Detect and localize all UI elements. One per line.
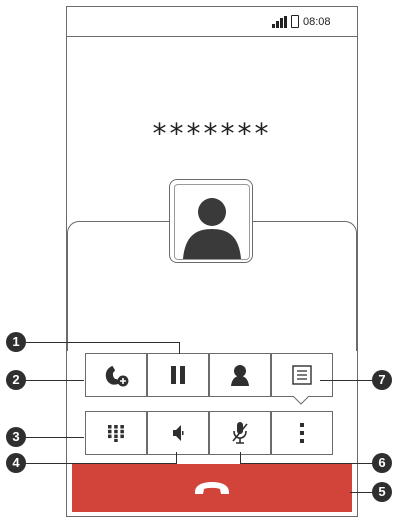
- mute-mic-icon: [232, 422, 248, 444]
- callout-leader-2: [26, 380, 84, 381]
- callout-badge-3: 3: [6, 427, 26, 447]
- notes-icon: [292, 365, 312, 385]
- call-number: *******: [152, 117, 272, 150]
- contact-avatar: [169, 179, 253, 263]
- dialpad-button[interactable]: [85, 411, 147, 455]
- callout-badge-5: 5: [372, 482, 392, 502]
- add-call-icon: [105, 365, 129, 387]
- popup-pointer: [293, 396, 309, 405]
- callout-leader-1: [26, 342, 180, 343]
- battery-icon: [291, 15, 299, 28]
- hold-button[interactable]: [147, 353, 209, 397]
- callout-badge-1: 1: [6, 332, 26, 352]
- callout-leader-7: [320, 380, 374, 381]
- speaker-button[interactable]: [147, 411, 209, 455]
- hang-up-icon: [195, 482, 229, 494]
- status-bar: 08:08: [67, 7, 357, 37]
- more-vert-icon: [300, 423, 304, 443]
- mute-button[interactable]: [209, 411, 271, 455]
- contact-icon: [231, 365, 249, 386]
- callout-badge-7: 7: [372, 370, 392, 390]
- callout-leader-1-vertical: [179, 342, 180, 354]
- notes-button[interactable]: [271, 353, 333, 397]
- add-call-button[interactable]: [85, 353, 147, 397]
- callout-leader-6-vertical: [240, 452, 241, 464]
- callout-leader-4: [26, 463, 176, 464]
- callout-leader-4-vertical: [176, 452, 177, 464]
- contacts-button[interactable]: [209, 353, 271, 397]
- callout-badge-6: 6: [372, 453, 392, 473]
- callout-leader-3: [26, 437, 84, 438]
- speaker-icon: [173, 425, 184, 441]
- end-call-button[interactable]: [72, 464, 352, 512]
- more-button[interactable]: [271, 411, 333, 455]
- callout-badge-4: 4: [6, 453, 26, 473]
- callout-badge-2: 2: [6, 370, 26, 390]
- callout-leader-5: [350, 492, 374, 493]
- pause-icon: [171, 366, 185, 384]
- person-icon: [183, 198, 241, 259]
- phone-screen: 08:08 *******: [66, 6, 358, 517]
- callout-leader-6: [240, 463, 374, 464]
- status-time: 08:08: [303, 16, 331, 28]
- dialpad-icon: [108, 425, 124, 442]
